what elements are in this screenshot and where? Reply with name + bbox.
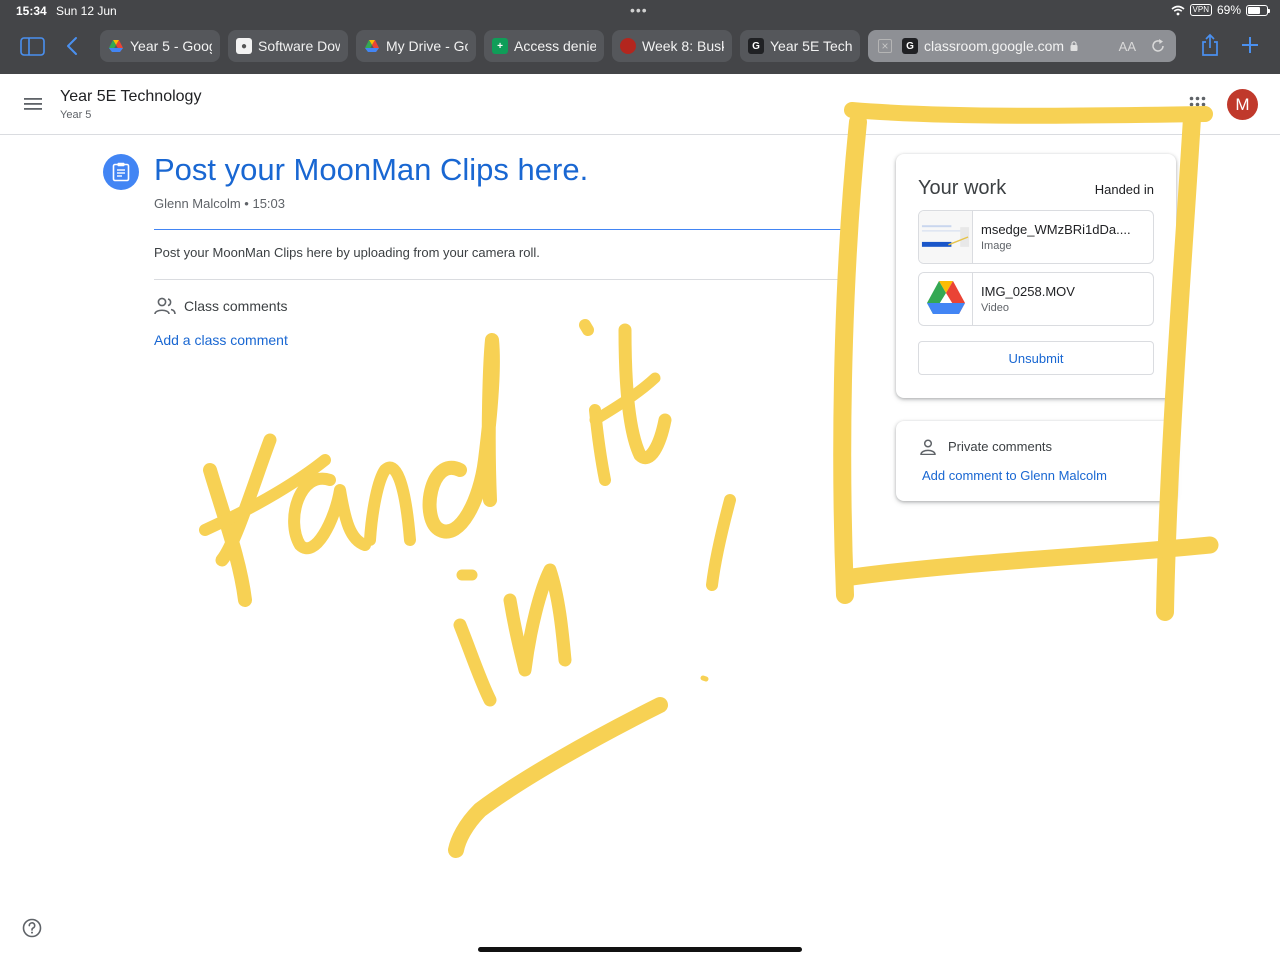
submission-status: Handed in bbox=[1094, 182, 1154, 197]
battery-icon bbox=[1246, 4, 1270, 16]
google-apps-grid-icon[interactable] bbox=[1189, 96, 1206, 113]
assignment-description: Post your MoonMan Clips here by uploadin… bbox=[154, 245, 540, 260]
tab-label: Access denie bbox=[514, 38, 596, 54]
status-date: Sun 12 Jun bbox=[56, 4, 117, 18]
tab-year5-drive[interactable]: Year 5 - Goog bbox=[100, 30, 220, 62]
assignment-author-time: Glenn Malcolm • 15:03 bbox=[154, 196, 286, 211]
attachment-name: msedge_WMzBRi1dDa.... bbox=[981, 222, 1131, 237]
video-thumbnail bbox=[919, 273, 973, 325]
private-comments-card: Private comments Add comment to Glenn Ma… bbox=[896, 421, 1176, 501]
home-indicator bbox=[478, 947, 802, 952]
tab-label: Week 8: Busk bbox=[642, 38, 724, 54]
back-icon[interactable] bbox=[64, 36, 80, 56]
image-thumbnail bbox=[919, 211, 973, 263]
address-url[interactable]: classroom.google.com bbox=[924, 38, 1064, 54]
battery-level bbox=[1248, 6, 1261, 14]
reload-icon[interactable] bbox=[1150, 38, 1166, 54]
assignment-icon bbox=[103, 154, 139, 190]
tab-access-denied[interactable]: + Access denie bbox=[484, 30, 604, 62]
tab-strip: Year 5 - Goog ● Software Dow My Drive - … bbox=[100, 30, 1176, 62]
assignment-title: Post your MoonMan Clips here. bbox=[154, 152, 589, 187]
description-divider bbox=[154, 279, 844, 280]
private-comments-heading: Private comments bbox=[948, 439, 1053, 454]
classroom-header: Year 5E Technology Year 5 M bbox=[0, 74, 1280, 135]
status-indicators: VPN 69% bbox=[1171, 3, 1270, 17]
new-tab-plus-icon[interactable] bbox=[1241, 36, 1259, 54]
add-class-comment-link[interactable]: Add a class comment bbox=[154, 332, 288, 348]
vpn-badge: VPN bbox=[1189, 4, 1212, 16]
person-icon bbox=[920, 439, 936, 455]
tab-my-drive[interactable]: My Drive - Go bbox=[356, 30, 476, 62]
attachment-image[interactable]: msedge_WMzBRi1dDa.... Image bbox=[918, 210, 1154, 264]
g-letter-icon: G bbox=[902, 38, 918, 54]
browser-chrome: 15:34 Sun 12 Jun ••• VPN 69% Year 5 - Go… bbox=[0, 0, 1280, 74]
tab-label: Year 5 - Goog bbox=[130, 38, 212, 54]
g-letter-icon: G bbox=[748, 38, 764, 54]
multitasking-dots-icon[interactable]: ••• bbox=[630, 2, 648, 18]
battery-percent: 69% bbox=[1216, 3, 1241, 17]
attachment-type: Image bbox=[981, 240, 1012, 252]
tab-active-classroom[interactable]: × G classroom.google.com AA bbox=[868, 30, 1176, 62]
tab-label: My Drive - Go bbox=[386, 38, 468, 54]
user-avatar[interactable]: M bbox=[1227, 89, 1258, 120]
hamburger-menu-icon[interactable] bbox=[24, 98, 42, 110]
google-drive-icon bbox=[365, 40, 379, 52]
add-private-comment-link[interactable]: Add comment to Glenn Malcolm bbox=[922, 468, 1107, 483]
google-sheets-icon: + bbox=[492, 38, 508, 54]
google-drive-icon bbox=[109, 40, 123, 52]
share-icon[interactable] bbox=[1200, 33, 1220, 57]
class-section: Year 5 bbox=[60, 109, 92, 121]
attachment-name: IMG_0258.MOV bbox=[981, 284, 1075, 299]
lock-icon bbox=[1070, 41, 1078, 51]
apple-icon: ● bbox=[236, 38, 252, 54]
your-work-title: Your work bbox=[918, 177, 1007, 199]
unsubmit-button[interactable]: Unsubmit bbox=[918, 341, 1154, 375]
attachment-video[interactable]: IMG_0258.MOV Video bbox=[918, 272, 1154, 326]
tab-week8[interactable]: Week 8: Busk bbox=[612, 30, 732, 62]
class-comments-heading: Class comments bbox=[184, 298, 288, 314]
red-favicon-icon bbox=[620, 38, 636, 54]
class-title[interactable]: Year 5E Technology bbox=[60, 88, 201, 106]
reader-aa-button[interactable]: AA bbox=[1119, 39, 1136, 54]
tab-label: Year 5E Techn bbox=[770, 38, 852, 54]
google-drive-icon bbox=[927, 281, 965, 314]
your-work-card: Your work Handed in msedge_WMzBRi1dDa...… bbox=[896, 154, 1176, 398]
wifi-icon bbox=[1171, 5, 1185, 15]
people-icon bbox=[154, 297, 176, 315]
tab-label: Software Dow bbox=[258, 38, 340, 54]
attachment-type: Video bbox=[981, 302, 1009, 314]
help-icon[interactable] bbox=[22, 918, 42, 938]
status-time: 15:34 bbox=[16, 4, 47, 18]
clipboard-icon bbox=[112, 162, 130, 182]
tab-year5e-tech[interactable]: G Year 5E Techn bbox=[740, 30, 860, 62]
sidebar-toggle-icon[interactable] bbox=[20, 37, 45, 56]
title-divider bbox=[154, 229, 844, 230]
close-tab-icon[interactable]: × bbox=[878, 39, 892, 53]
tab-software-download[interactable]: ● Software Dow bbox=[228, 30, 348, 62]
